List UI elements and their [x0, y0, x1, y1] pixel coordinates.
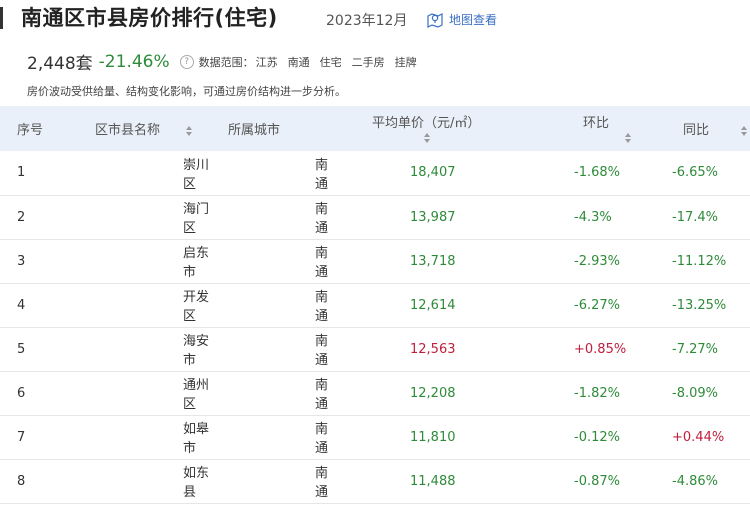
help-icon[interactable]: ? — [179, 54, 194, 69]
yoy-change: -13.25% — [672, 297, 727, 313]
district-name: 开发区 — [183, 290, 210, 324]
yoy-change: -17.4% — [672, 209, 718, 225]
data-scope-label: 数据范围： — [198, 55, 254, 69]
column-header-district-label: 区市县名称 — [95, 123, 161, 138]
avg-price: 18,407 — [410, 165, 456, 181]
sort-icon[interactable] — [186, 125, 193, 136]
row-index: 6 — [17, 385, 26, 401]
table-row: 3 启东市 南通 13,718 -2.93% -11.12% — [0, 239, 750, 283]
table-row: 2 海门区 南通 13,987 -4.3% -17.4% — [0, 195, 750, 239]
mom-change: -6.27% — [574, 297, 620, 313]
yoy-change: -4.86% — [672, 473, 718, 489]
row-index: 1 — [17, 165, 26, 181]
table-row: 6 通州区 南通 12,208 -1.82% -8.09% — [0, 371, 750, 415]
row-index: 5 — [17, 341, 26, 357]
district-name: 海安市 — [183, 334, 210, 368]
column-header-district[interactable]: 区市县名称 — [75, 106, 210, 151]
avg-price: 12,563 — [410, 341, 456, 357]
scope-tag-source: 挂牌 — [394, 55, 417, 69]
district-name: 通州区 — [183, 378, 210, 412]
column-header-price[interactable]: 平均单价（元/㎡） — [330, 106, 530, 151]
city-name: 南通 — [315, 378, 329, 412]
yoy-change: -8.09% — [672, 385, 718, 401]
table-row: 4 开发区 南通 12,614 -6.27% -13.25% — [0, 283, 750, 327]
mom-change: -2.93% — [574, 253, 620, 269]
scope-tag-city: 南通 — [287, 55, 310, 69]
city-name: 南通 — [315, 202, 329, 236]
column-header-mom-label: 环比 — [583, 115, 610, 131]
district-name: 启东市 — [183, 246, 210, 280]
page-header: 南通区市县房价排行(住宅) 2023年12月 地图查看 — [0, 0, 750, 40]
row-index: 7 — [17, 429, 26, 445]
listing-count: 2,448套 — [27, 54, 93, 74]
city-name: 南通 — [315, 334, 329, 368]
column-header-yoy[interactable]: 同比 — [630, 106, 750, 151]
city-name: 南通 — [315, 422, 329, 456]
title-accent-bar — [0, 7, 3, 29]
mom-change: +0.85% — [574, 341, 627, 357]
table-row: 8 如东县 南通 11,488 -0.87% -4.86% — [0, 459, 750, 503]
city-name: 南通 — [315, 246, 329, 280]
column-header-city: 所属城市 — [228, 123, 281, 138]
mom-change: -1.82% — [574, 385, 620, 401]
mom-change: -4.3% — [574, 209, 612, 225]
column-header-index: 序号 — [17, 123, 44, 138]
district-name: 海门区 — [183, 202, 210, 236]
table-row: 5 海安市 南通 12,563 +0.85% -7.27% — [0, 327, 750, 371]
price-change: -21.46% — [98, 51, 170, 72]
ranking-table: 序号 区市县名称 所属城市 平均单价（元/㎡） 环比 同比 1 崇川区 南通 18,4… — [0, 106, 750, 504]
table-header-row: 序号 区市县名称 所属城市 平均单价（元/㎡） 环比 同比 — [0, 106, 750, 151]
table-row: 1 崇川区 南通 18,407 -1.68% -6.65% — [0, 151, 750, 195]
row-index: 4 — [17, 297, 26, 313]
row-index: 3 — [17, 253, 26, 269]
yoy-change: -7.27% — [672, 341, 718, 357]
scope-tag-market: 二手房 — [351, 55, 385, 69]
avg-price: 11,810 — [410, 429, 456, 445]
yoy-change: -11.12% — [672, 253, 727, 269]
district-name: 如皋市 — [183, 422, 210, 456]
city-name: 南通 — [315, 466, 329, 500]
column-header-yoy-label: 同比 — [683, 123, 710, 138]
city-name: 南通 — [315, 290, 329, 324]
map-view-link[interactable]: 地图查看 — [426, 9, 497, 29]
avg-price: 11,488 — [410, 473, 456, 489]
district-name: 崇川区 — [183, 157, 210, 192]
ranking-table-container: 序号 区市县名称 所属城市 平均单价（元/㎡） 环比 同比 1 崇川区 南通 18,4… — [0, 106, 750, 504]
price-note: 房价波动受供给量、结构变化影响，可通过房价结构进一步分析。 — [27, 85, 346, 98]
scope-tag-province: 江苏 — [255, 55, 278, 69]
row-index: 2 — [17, 209, 26, 225]
column-header-price-label: 平均单价（元/㎡） — [372, 115, 481, 131]
mom-change: -0.12% — [574, 429, 620, 445]
map-link-label: 地图查看 — [449, 12, 498, 27]
column-header-mom[interactable]: 环比 — [530, 106, 631, 151]
city-name: 南通 — [315, 157, 329, 192]
mom-change: -0.87% — [574, 473, 620, 489]
avg-price: 13,987 — [410, 209, 456, 225]
summary-stats: 2,448套 -21.46% ? 数据范围： 江苏 南通 住宅 二手房 挂牌 — [27, 49, 417, 75]
avg-price: 12,614 — [410, 297, 456, 313]
period-label: 2023年12月 — [326, 13, 408, 29]
page-title: 南通区市县房价排行(住宅) — [21, 6, 278, 30]
avg-price: 13,718 — [410, 253, 456, 269]
yoy-change: -6.65% — [672, 165, 718, 181]
sort-icon[interactable] — [424, 133, 430, 143]
mom-change: -1.68% — [574, 165, 620, 181]
map-pin-icon — [427, 12, 443, 28]
table-row: 7 如皋市 南通 11,810 -0.12% +0.44% — [0, 415, 750, 459]
scope-tag-type: 住宅 — [319, 55, 342, 69]
avg-price: 12,208 — [410, 385, 456, 401]
yoy-change: +0.44% — [672, 429, 725, 445]
district-name: 如东县 — [183, 466, 210, 500]
sort-icon[interactable] — [741, 125, 748, 136]
row-index: 8 — [17, 473, 26, 489]
